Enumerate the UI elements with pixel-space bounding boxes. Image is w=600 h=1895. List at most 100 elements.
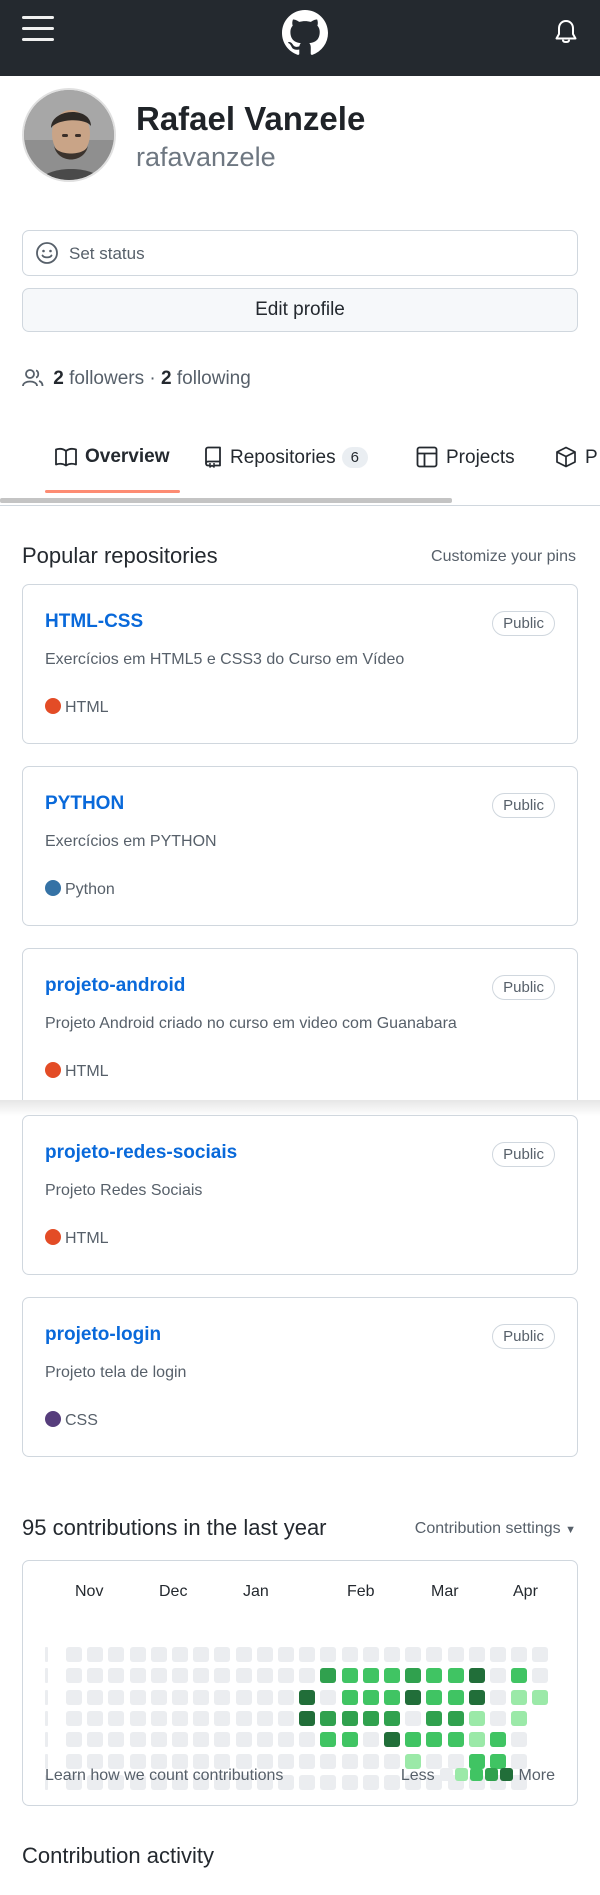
contribution-day[interactable] — [172, 1689, 188, 1705]
contribution-day[interactable] — [341, 1647, 358, 1662]
contribution-day[interactable] — [193, 1710, 210, 1726]
contribution-day[interactable] — [490, 1647, 506, 1662]
contribution-day[interactable] — [66, 1668, 82, 1684]
contribution-day[interactable] — [299, 1774, 316, 1790]
contribution-day[interactable] — [341, 1774, 358, 1790]
contribution-day[interactable] — [193, 1732, 210, 1748]
contribution-day[interactable] — [384, 1647, 400, 1662]
contribution-day[interactable] — [87, 1647, 104, 1662]
repo-name-link[interactable]: HTML-CSS — [45, 611, 143, 633]
contribution-day[interactable] — [426, 1647, 443, 1662]
set-status-button[interactable]: Set status — [22, 230, 578, 276]
contribution-day[interactable] — [256, 1647, 273, 1662]
contribution-day[interactable] — [256, 1732, 273, 1748]
contribution-day[interactable] — [341, 1753, 358, 1769]
contribution-day[interactable] — [150, 1732, 167, 1748]
contribution-day[interactable] — [362, 1647, 379, 1662]
contribution-day[interactable] — [341, 1668, 358, 1684]
contribution-day[interactable] — [362, 1753, 379, 1769]
contribution-day[interactable] — [299, 1647, 316, 1662]
contribution-day[interactable] — [172, 1732, 188, 1748]
contribution-day[interactable] — [193, 1689, 210, 1705]
contribution-day[interactable] — [235, 1710, 252, 1726]
repo-name-link[interactable]: projeto-android — [45, 975, 185, 997]
contribution-day[interactable] — [320, 1732, 337, 1748]
repo-name-link[interactable]: projeto-redes-sociais — [45, 1142, 237, 1164]
contribution-day[interactable] — [532, 1647, 549, 1662]
contribution-day[interactable] — [384, 1668, 400, 1684]
contribution-day[interactable] — [320, 1753, 337, 1769]
contribution-day[interactable] — [384, 1732, 400, 1748]
contribution-day[interactable] — [299, 1710, 316, 1726]
contribution-day[interactable] — [278, 1689, 294, 1705]
contribution-day[interactable] — [490, 1710, 506, 1726]
contribution-day[interactable] — [278, 1668, 294, 1684]
contribution-day[interactable] — [362, 1710, 379, 1726]
contribution-day[interactable] — [320, 1774, 337, 1790]
contribution-day[interactable] — [426, 1710, 443, 1726]
tab-overview[interactable]: Overview — [55, 446, 170, 476]
contribution-day[interactable] — [384, 1753, 400, 1769]
contribution-day[interactable] — [511, 1647, 528, 1662]
contribution-day[interactable] — [405, 1732, 422, 1748]
tabs-scrollbar[interactable] — [0, 498, 452, 503]
contribution-day[interactable] — [172, 1710, 188, 1726]
contribution-day[interactable] — [320, 1710, 337, 1726]
contribution-day[interactable] — [235, 1668, 252, 1684]
contribution-day[interactable] — [384, 1689, 400, 1705]
customize-pins-link[interactable]: Customize your pins — [431, 548, 576, 566]
tab-repositories[interactable]: Repositories 6 — [204, 446, 368, 476]
repo-name-link[interactable]: PYTHON — [45, 793, 124, 815]
contribution-day[interactable] — [511, 1668, 528, 1684]
contribution-day[interactable] — [384, 1774, 400, 1790]
contribution-day[interactable] — [362, 1668, 379, 1684]
contribution-day[interactable] — [172, 1668, 188, 1684]
contribution-day[interactable] — [468, 1710, 485, 1726]
avatar[interactable] — [22, 88, 116, 182]
contribution-day[interactable] — [341, 1732, 358, 1748]
contribution-day[interactable] — [150, 1668, 167, 1684]
edit-profile-button[interactable]: Edit profile — [22, 288, 578, 332]
contribution-day[interactable] — [214, 1689, 231, 1705]
contribution-day[interactable] — [490, 1689, 506, 1705]
contribution-day[interactable] — [426, 1689, 443, 1705]
contribution-day[interactable] — [511, 1732, 528, 1748]
contribution-day[interactable] — [129, 1689, 146, 1705]
contribution-day[interactable] — [490, 1732, 506, 1748]
contribution-day[interactable] — [66, 1647, 82, 1662]
contribution-day[interactable] — [362, 1732, 379, 1748]
repo-name-link[interactable]: projeto-login — [45, 1324, 161, 1346]
contribution-day[interactable] — [426, 1668, 443, 1684]
contribution-day[interactable] — [320, 1668, 337, 1684]
contribution-day[interactable] — [87, 1710, 104, 1726]
contribution-day[interactable] — [278, 1647, 294, 1662]
contribution-day[interactable] — [108, 1689, 125, 1705]
contribution-day[interactable] — [193, 1668, 210, 1684]
tab-packages[interactable]: P — [555, 446, 598, 476]
contribution-day[interactable] — [129, 1710, 146, 1726]
contribution-day[interactable] — [108, 1732, 125, 1748]
contribution-day[interactable] — [468, 1689, 485, 1705]
contribution-day[interactable] — [405, 1710, 422, 1726]
contribution-day[interactable] — [108, 1710, 125, 1726]
contribution-day[interactable] — [172, 1647, 188, 1662]
contribution-day[interactable] — [150, 1710, 167, 1726]
contribution-day[interactable] — [468, 1732, 485, 1748]
contribution-day[interactable] — [299, 1668, 316, 1684]
hamburger-icon[interactable] — [22, 16, 54, 44]
contribution-day[interactable] — [447, 1668, 464, 1684]
contribution-day[interactable] — [108, 1668, 125, 1684]
contribution-day[interactable] — [108, 1647, 125, 1662]
contribution-day[interactable] — [66, 1732, 82, 1748]
contribution-day[interactable] — [362, 1689, 379, 1705]
contribution-day[interactable] — [235, 1647, 252, 1662]
contribution-day[interactable] — [511, 1689, 528, 1705]
contribution-day[interactable] — [214, 1647, 231, 1662]
learn-contributions-link[interactable]: Learn how we count contributions — [45, 1767, 283, 1785]
contribution-day[interactable] — [532, 1689, 549, 1705]
contribution-day[interactable] — [129, 1647, 146, 1662]
contribution-day[interactable] — [87, 1732, 104, 1748]
contribution-day[interactable] — [214, 1732, 231, 1748]
contribution-day[interactable] — [468, 1647, 485, 1662]
contribution-day[interactable] — [362, 1774, 379, 1790]
